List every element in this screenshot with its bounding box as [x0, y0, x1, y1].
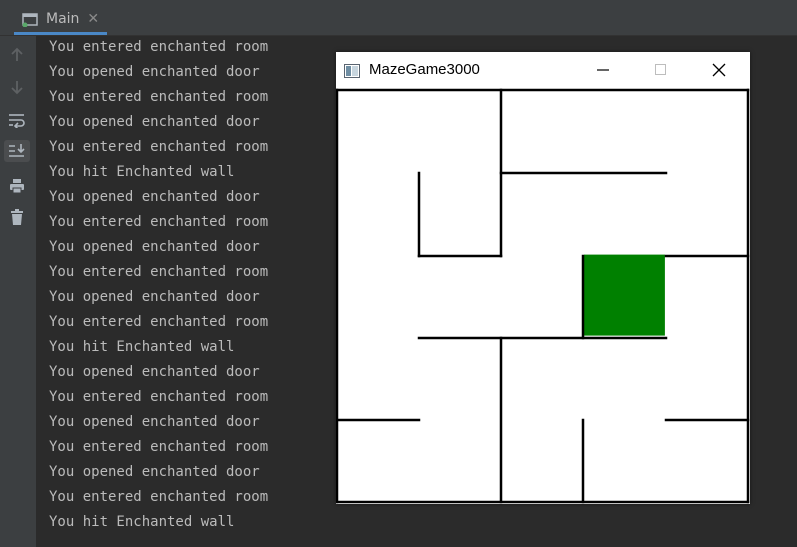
- console-line: You hit Enchanted wall: [49, 514, 235, 530]
- tab-label: Main: [46, 10, 80, 27]
- console-line: You entered enchanted room: [49, 139, 269, 155]
- console-line: You entered enchanted room: [49, 89, 269, 105]
- close-icon[interactable]: ✕: [87, 11, 99, 27]
- ide-window: Main ✕ You entered enchanted room You op…: [0, 0, 797, 547]
- console-line: You opened enchanted door: [49, 364, 260, 380]
- maximize-button[interactable]: [638, 52, 684, 88]
- console-line: You entered enchanted room: [49, 489, 269, 505]
- console-line: You entered enchanted room: [49, 314, 269, 330]
- maze-game-window[interactable]: MazeGame3000: [336, 52, 750, 504]
- soft-wrap-icon[interactable]: [4, 109, 30, 131]
- game-title-bar[interactable]: MazeGame3000: [336, 52, 750, 88]
- console-line: You entered enchanted room: [49, 439, 269, 455]
- close-button[interactable]: [696, 52, 742, 88]
- run-tab-bar: Main ✕: [0, 5, 797, 36]
- console-line: You hit Enchanted wall: [49, 164, 235, 180]
- arrow-up-icon[interactable]: [4, 44, 30, 66]
- console-line: You opened enchanted door: [49, 239, 260, 255]
- console-line: You opened enchanted door: [49, 189, 260, 205]
- scroll-to-end-icon[interactable]: [4, 140, 30, 162]
- tab-main[interactable]: Main ✕: [14, 5, 108, 35]
- game-window-title: MazeGame3000: [369, 61, 480, 78]
- console-line: You opened enchanted door: [49, 414, 260, 430]
- console-window-icon: [22, 12, 38, 27]
- print-icon[interactable]: [4, 175, 30, 197]
- console-line: You opened enchanted door: [49, 64, 260, 80]
- arrow-down-icon[interactable]: [4, 76, 30, 98]
- trash-icon[interactable]: [4, 206, 30, 228]
- console-line: You hit Enchanted wall: [49, 339, 235, 355]
- console-toolbar: [0, 36, 36, 547]
- minimize-button[interactable]: [580, 52, 626, 88]
- console-line: You entered enchanted room: [49, 389, 269, 405]
- maze-canvas: [336, 88, 750, 504]
- player-cell: [583, 254, 665, 336]
- console-line: You opened enchanted door: [49, 464, 260, 480]
- console-line: You opened enchanted door: [49, 114, 260, 130]
- console-line: You opened enchanted door: [49, 289, 260, 305]
- console-line: You entered enchanted room: [49, 39, 269, 55]
- console-line: You entered enchanted room: [49, 264, 269, 280]
- console-line: You entered enchanted room: [49, 214, 269, 230]
- app-window-icon: [344, 63, 360, 78]
